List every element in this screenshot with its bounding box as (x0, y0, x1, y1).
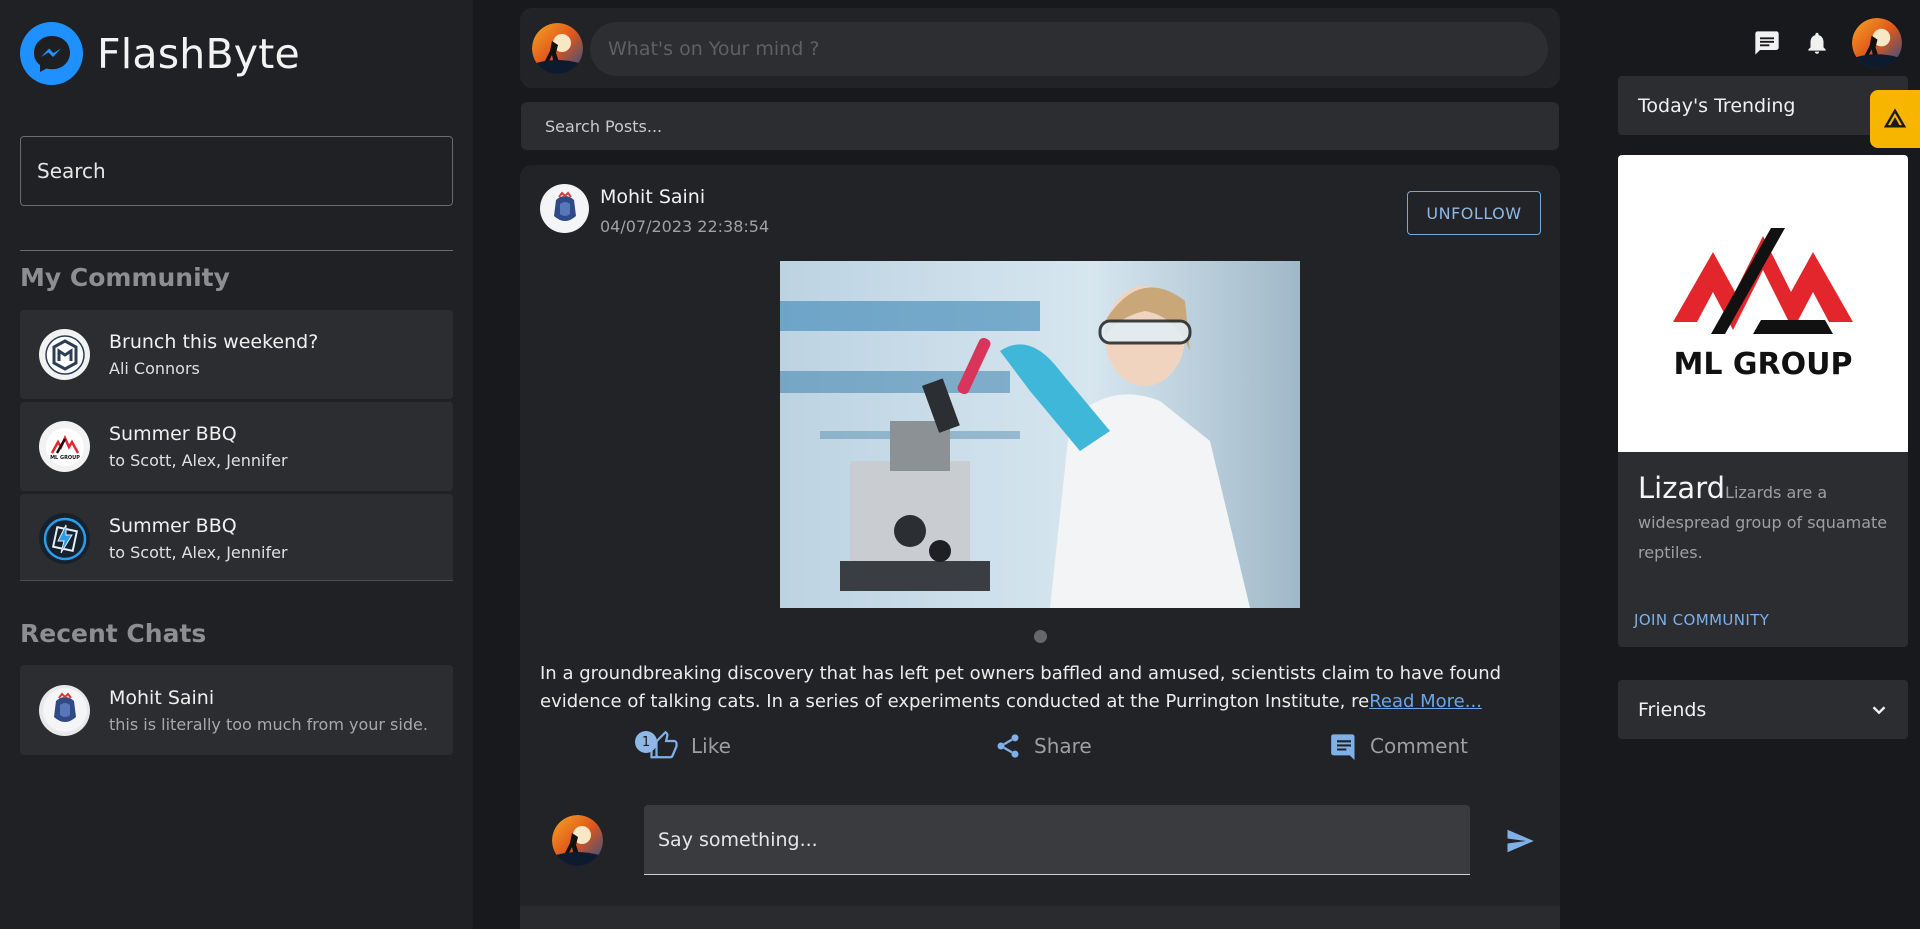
caret-logo-icon (1884, 108, 1906, 128)
send-icon[interactable] (1505, 826, 1535, 856)
share-button[interactable]: Share (994, 721, 1092, 771)
community-item[interactable]: Summer BBQ to Scott, Alex, Jennifer (20, 494, 453, 583)
share-icon (997, 734, 1019, 758)
join-community-button[interactable]: JOIN COMMUNITY (1634, 611, 1769, 629)
like-count-badge: 1 (635, 731, 657, 753)
brand[interactable]: FlashByte (20, 22, 300, 85)
post-actions: 1 Like Share Comment (520, 721, 1560, 771)
chat-name: Mohit Saini (109, 686, 215, 709)
community-subtitle: Ali Connors (109, 359, 200, 378)
carousel-indicator[interactable] (1034, 630, 1047, 643)
recent-chats-heading: Recent Chats (20, 619, 207, 648)
search-posts-input[interactable]: Search Posts... (521, 102, 1559, 150)
community-search-input[interactable]: Search (20, 136, 453, 206)
post-timestamp: 04/07/2023 22:38:54 (600, 217, 770, 236)
chat-preview: this is literally too much from your sid… (109, 714, 428, 734)
unfollow-button[interactable]: UNFOLLOW (1407, 191, 1541, 235)
friends-title: Friends (1638, 698, 1707, 721)
list-scroll-edge (20, 580, 453, 584)
divider (20, 250, 453, 251)
community-title: Brunch this weekend? (109, 331, 319, 353)
community-item[interactable]: ML GROUP Summer BBQ to Scott, Alex, Jenn… (20, 402, 453, 491)
community-item[interactable]: Brunch this weekend? Ali Connors (20, 310, 453, 399)
lion-avatar (39, 684, 90, 736)
comment-input[interactable]: Say something... (644, 805, 1470, 875)
top-right-toolbar (1752, 18, 1902, 68)
community-name: Lizard (1638, 471, 1726, 505)
chat-icon[interactable] (1752, 28, 1782, 58)
ml-group-logo-icon: ML GROUP (39, 421, 90, 472)
logo-lettering: ML GROUP (1674, 347, 1853, 382)
todays-trending-dropdown[interactable]: Today's Trending (1618, 76, 1908, 135)
next-post-edge (520, 906, 1560, 929)
community-description: LizardLizards are a widespread group of … (1638, 473, 1900, 568)
comment-label: Comment (1370, 734, 1468, 758)
friends-dropdown[interactable]: Friends (1618, 680, 1908, 739)
comment-icon (1331, 734, 1355, 760)
comment-button[interactable]: Comment (1330, 721, 1468, 771)
community-subtitle: to Scott, Alex, Jennifer (109, 543, 288, 562)
chevron-down-icon (1872, 706, 1886, 715)
community-list: Brunch this weekend? Ali Connors ML GROU… (20, 310, 453, 586)
like-label: Like (691, 734, 731, 758)
post-text: In a groundbreaking discovery that has l… (540, 663, 1502, 712)
left-sidebar: FlashByte Search My Community Brunch thi… (0, 0, 474, 929)
like-button[interactable]: 1 Like (635, 721, 731, 771)
like-icon-wrap: 1 (635, 731, 691, 761)
post-composer: What's on Your mind ? (520, 8, 1560, 88)
app-name: FlashByte (97, 29, 300, 78)
community-title: Summer BBQ (109, 515, 237, 537)
lightning-logo-icon (39, 513, 90, 564)
community-title: Summer BBQ (109, 423, 237, 445)
post-body: In a groundbreaking discovery that has l… (540, 660, 1545, 716)
whats-on-mind-input[interactable]: What's on Your mind ? (590, 22, 1548, 76)
notification-bell-icon[interactable] (1802, 28, 1832, 58)
post-card: Mohit Saini 04/07/2023 22:38:54 UNFOLLOW (520, 165, 1560, 929)
read-more-link[interactable]: Read More... (1369, 691, 1482, 712)
profile-avatar[interactable] (1852, 18, 1902, 68)
author-avatar[interactable] (540, 184, 589, 233)
recent-chat-item[interactable]: Mohit Saini this is literally too much f… (20, 665, 453, 755)
community-subtitle: to Scott, Alex, Jennifer (109, 451, 288, 470)
messenger-logo-icon (20, 22, 83, 85)
share-label: Share (1034, 734, 1092, 758)
floating-extension-button[interactable] (1870, 90, 1920, 148)
post-image[interactable] (780, 261, 1300, 608)
user-avatar[interactable] (552, 815, 603, 866)
comment-row: Say something... (520, 805, 1560, 877)
ml-group-logo: ML GROUP (1618, 155, 1908, 452)
svg-text:ML GROUP: ML GROUP (50, 455, 80, 461)
trending-title: Today's Trending (1638, 94, 1796, 117)
user-avatar[interactable] (532, 23, 583, 74)
my-community-heading: My Community (20, 263, 230, 292)
mui-logo-icon (39, 329, 90, 380)
author-name[interactable]: Mohit Saini (600, 186, 705, 208)
trending-community-card: ML GROUP LizardLizards are a widespread … (1618, 155, 1908, 647)
